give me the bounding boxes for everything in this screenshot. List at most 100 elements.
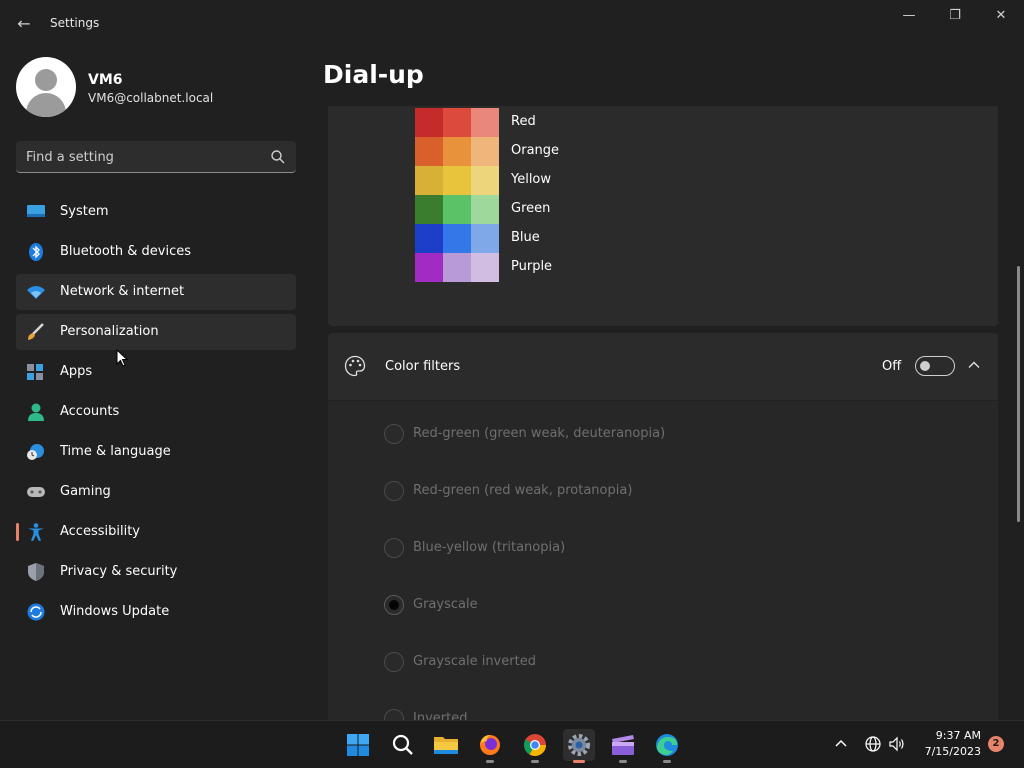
network-globe-icon[interactable] bbox=[864, 735, 882, 753]
page-title: Dial-up bbox=[323, 60, 424, 89]
taskbar-settings[interactable] bbox=[563, 729, 595, 763]
color-swatch bbox=[415, 137, 443, 166]
sidebar-item-personalization[interactable]: Personalization bbox=[16, 314, 296, 350]
toggle-knob bbox=[920, 361, 930, 371]
sidebar-item-gaming[interactable]: Gaming bbox=[16, 474, 296, 510]
color-swatch bbox=[471, 166, 499, 195]
minimize-button[interactable]: — bbox=[886, 4, 932, 28]
sidebar-item-accessibility[interactable]: Accessibility bbox=[16, 514, 296, 550]
system-icon bbox=[27, 205, 45, 217]
sidebar-item-label: Personalization bbox=[60, 324, 159, 339]
active-indicator bbox=[573, 760, 585, 763]
sidebar-item-time-language[interactable]: Time & language bbox=[16, 434, 296, 470]
color-swatch bbox=[443, 195, 471, 224]
close-button[interactable]: ✕ bbox=[978, 4, 1024, 28]
clipchamp-icon bbox=[612, 735, 634, 755]
search-icon[interactable] bbox=[270, 149, 286, 165]
filter-option-label: Red-green (green weak, deuteranopia) bbox=[413, 426, 666, 441]
filter-option-label: Blue-yellow (tritanopia) bbox=[413, 540, 566, 555]
search-box[interactable] bbox=[16, 141, 296, 173]
color-swatch bbox=[471, 108, 499, 137]
filter-option[interactable]: Red-green (red weak, protanopia) bbox=[384, 479, 884, 503]
sidebar-item-system[interactable]: System bbox=[16, 194, 296, 230]
sidebar-item-label: Accessibility bbox=[60, 524, 140, 539]
edge-icon bbox=[656, 734, 678, 756]
color-swatch bbox=[415, 108, 443, 137]
profile-email: VM6@collabnet.local bbox=[88, 91, 214, 105]
bluetooth-icon bbox=[29, 243, 43, 261]
sidebar-item-privacy-security[interactable]: Privacy & security bbox=[16, 554, 296, 590]
radio-button[interactable] bbox=[384, 595, 404, 615]
color-swatch bbox=[471, 224, 499, 253]
palette-label: Green bbox=[511, 201, 551, 216]
avatar-body bbox=[26, 93, 66, 117]
avatar[interactable] bbox=[16, 57, 76, 117]
maximize-button[interactable]: ❐ bbox=[932, 4, 978, 28]
search-icon bbox=[392, 734, 413, 755]
accessibility-icon bbox=[28, 523, 44, 541]
filter-option[interactable]: Red-green (green weak, deuteranopia) bbox=[384, 422, 884, 446]
taskbar-edge[interactable] bbox=[651, 729, 683, 763]
running-indicator bbox=[663, 760, 671, 763]
radio-button[interactable] bbox=[384, 538, 404, 558]
filter-option[interactable]: Grayscale bbox=[384, 593, 884, 617]
sidebar-item-label: Accounts bbox=[60, 404, 120, 419]
color-filters-header[interactable]: Color filters Off bbox=[328, 333, 998, 400]
volume-icon[interactable] bbox=[888, 735, 906, 753]
color-swatch bbox=[415, 166, 443, 195]
taskbar-search[interactable] bbox=[387, 729, 419, 761]
sidebar-item-label: Time & language bbox=[60, 444, 171, 459]
sidebar-nav: System Bluetooth & devices Network & int… bbox=[16, 194, 296, 634]
mouse-cursor-icon bbox=[116, 349, 128, 367]
color-swatch bbox=[443, 166, 471, 195]
shield-icon bbox=[28, 563, 44, 581]
sidebar-item-apps[interactable]: Apps bbox=[16, 354, 296, 390]
color-swatch bbox=[415, 253, 443, 282]
radio-button[interactable] bbox=[384, 424, 404, 444]
color-swatch bbox=[443, 137, 471, 166]
app-title: Settings bbox=[50, 16, 100, 30]
sidebar-item-bluetooth[interactable]: Bluetooth & devices bbox=[16, 234, 296, 270]
color-filters-toggle[interactable] bbox=[915, 356, 955, 376]
search-input[interactable] bbox=[26, 148, 266, 166]
taskbar-file-explorer[interactable] bbox=[430, 729, 462, 761]
filter-option[interactable]: Blue-yellow (tritanopia) bbox=[384, 536, 884, 560]
taskbar-clock-date[interactable]: 7/15/2023 bbox=[915, 745, 981, 758]
chevron-up-icon[interactable] bbox=[832, 735, 850, 753]
chrome-icon bbox=[524, 734, 546, 756]
sidebar-item-label: Windows Update bbox=[60, 604, 170, 619]
brush-icon bbox=[28, 323, 44, 340]
chevron-up-icon[interactable] bbox=[966, 357, 982, 373]
palette-row: Green bbox=[415, 195, 715, 224]
title-bar: ← Settings — ❐ ✕ bbox=[0, 0, 1024, 48]
taskbar-firefox[interactable] bbox=[474, 729, 506, 763]
palette-icon bbox=[344, 355, 366, 377]
palette-label: Yellow bbox=[511, 172, 552, 187]
taskbar-chrome[interactable] bbox=[519, 729, 551, 763]
profile-name: VM6 bbox=[88, 72, 123, 88]
taskbar-start[interactable] bbox=[342, 729, 374, 761]
sidebar-item-network[interactable]: Network & internet bbox=[16, 274, 296, 310]
taskbar-clock-time[interactable]: 9:37 AM bbox=[921, 729, 981, 742]
filter-option[interactable]: Grayscale inverted bbox=[384, 650, 884, 674]
content-scrollbar[interactable] bbox=[1017, 266, 1020, 522]
sidebar-item-windows-update[interactable]: Windows Update bbox=[16, 594, 296, 630]
back-button[interactable]: ← bbox=[10, 12, 38, 36]
avatar-head bbox=[35, 69, 57, 91]
running-indicator bbox=[531, 760, 539, 763]
sidebar-item-label: Network & internet bbox=[60, 284, 185, 299]
color-filters-options: Red-green (green weak, deuteranopia) Red-… bbox=[328, 401, 998, 721]
sidebar-item-accounts[interactable]: Accounts bbox=[16, 394, 296, 430]
filter-option[interactable]: Inverted bbox=[384, 707, 884, 721]
radio-button[interactable] bbox=[384, 652, 404, 672]
taskbar-clipchamp[interactable] bbox=[607, 729, 639, 763]
radio-button[interactable] bbox=[384, 481, 404, 501]
sidebar-item-label: Apps bbox=[60, 364, 93, 379]
color-palette: Red Orange Yellow Green Blue Purple bbox=[415, 108, 715, 282]
update-icon bbox=[27, 603, 45, 621]
notification-badge[interactable]: 2 bbox=[988, 736, 1004, 752]
filter-option-label: Red-green (red weak, protanopia) bbox=[413, 483, 633, 498]
filter-option-label: Grayscale inverted bbox=[413, 654, 536, 669]
windows-start-icon bbox=[347, 734, 369, 756]
radio-dot bbox=[389, 600, 399, 610]
